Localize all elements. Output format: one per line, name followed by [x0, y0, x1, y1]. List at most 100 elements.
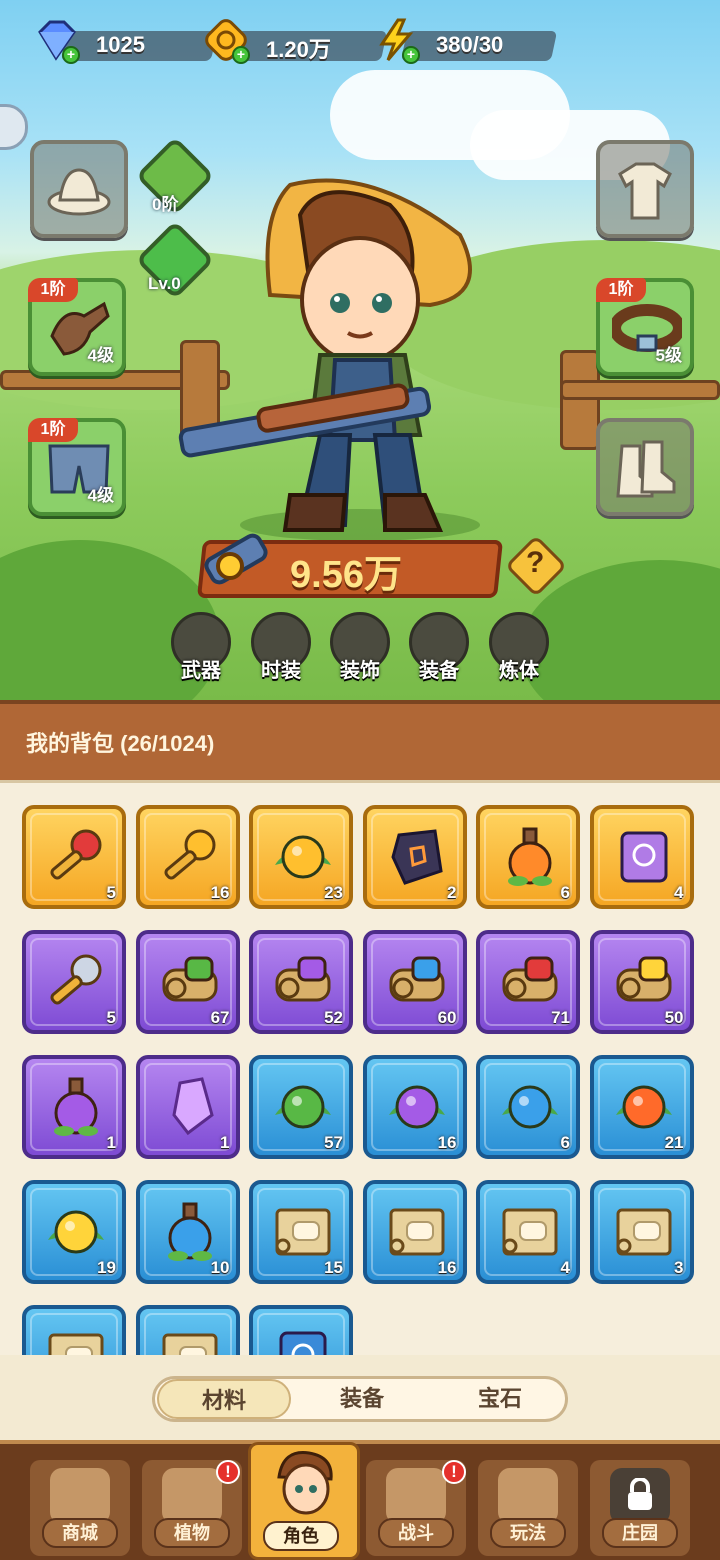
nav-label: 玩法	[490, 1518, 566, 1548]
item-count: 6	[560, 883, 570, 902]
bag-item-pants-blueprint[interactable]: 4	[476, 1180, 580, 1284]
stage-tier-label: 0阶	[152, 195, 179, 214]
category-refine-body[interactable]: 炼体	[488, 612, 550, 683]
nav-label: 商城	[42, 1518, 118, 1548]
diamond-resource[interactable]: + 1025	[34, 18, 218, 64]
blueprint-icon	[162, 1333, 217, 1355]
item-count: 21	[664, 1133, 684, 1152]
add-diamond-button[interactable]: +	[62, 46, 80, 64]
bag-item-yellow-scroll[interactable]: 50	[589, 930, 694, 1034]
nav-label: 战斗	[378, 1518, 454, 1548]
bag-item-golden-flower-bud[interactable]: 23	[249, 805, 353, 909]
category-equipment[interactable]: 装备	[408, 612, 470, 683]
bag-item-purple-potion[interactable]: 1	[22, 1055, 126, 1159]
bag-item-green-seed-orb[interactable]: 57	[249, 1055, 353, 1159]
hat-blueprint-icon	[275, 1208, 331, 1256]
category-decoration[interactable]: 装饰	[329, 612, 391, 683]
rune-stone-icon	[390, 829, 443, 885]
add-energy-button[interactable]: +	[402, 46, 420, 64]
bag-item-red-scroll[interactable]: 71	[476, 930, 580, 1034]
yellow-seed-orb-icon	[48, 1210, 104, 1254]
shirt-slot[interactable]	[596, 140, 694, 238]
category-fashion[interactable]: 时装	[250, 612, 312, 683]
item-count: 23	[324, 883, 343, 902]
item-count: 5	[106, 1008, 116, 1027]
bag-item-blue-scroll[interactable]: 60	[362, 930, 467, 1034]
bag-item-purple-scroll[interactable]: 52	[249, 930, 353, 1034]
bag-item-blueprint[interactable]	[22, 1305, 126, 1355]
category-label: 装备	[419, 660, 459, 682]
item-count: 19	[97, 1258, 116, 1277]
nav-manor[interactable]: 庄园	[590, 1460, 690, 1556]
category-weapon[interactable]: 武器	[170, 612, 232, 683]
bag-item-yellow-seed-orb[interactable]: 19	[22, 1180, 126, 1284]
farmer-character	[178, 178, 480, 541]
bag-grid[interactable]: 5 16 23 2 6 4 5 67 52 60 71 50 1 1 57 16 6 21 19 10 15 16 4 3	[0, 780, 720, 1355]
hat-slot[interactable]	[30, 140, 128, 238]
battle-alert-badge: !	[442, 1460, 466, 1484]
tab-materials[interactable]: 材料	[157, 1379, 291, 1419]
bag-item-blue-potion[interactable]: 10	[135, 1180, 240, 1284]
bag-item-shirt-blueprint[interactable]: 16	[362, 1180, 467, 1284]
tab-equipment[interactable]: 装备	[295, 1379, 429, 1419]
add-gold-button[interactable]: +	[232, 46, 250, 64]
diamond-count: 1025	[96, 32, 145, 57]
item-count: 15	[324, 1258, 343, 1277]
boots-icon	[616, 440, 676, 498]
battle-icon	[386, 1468, 446, 1524]
item-count: 6	[560, 1133, 570, 1152]
nav-gameplay[interactable]: 玩法	[478, 1460, 578, 1556]
orange-potion-icon	[508, 827, 552, 886]
item-count: 16	[437, 1133, 457, 1152]
gold-resource[interactable]: + 1.20万	[204, 18, 388, 64]
item-count: 1	[220, 1133, 230, 1152]
bag-item-fire-seed-orb[interactable]: 21	[589, 1055, 694, 1159]
bag-item-belt-blueprint[interactable]: 3	[589, 1180, 694, 1284]
lock-icon	[628, 1478, 652, 1510]
belt-slot[interactable]: 1阶 5级	[596, 278, 694, 376]
gold-count: 1.20万	[266, 37, 331, 62]
nav-character[interactable]: 角色	[248, 1442, 360, 1560]
item-count: 4	[560, 1258, 570, 1277]
item-count: 4	[674, 883, 684, 902]
nav-shop[interactable]: 商城	[30, 1460, 130, 1556]
bag-item-green-scroll[interactable]: 67	[135, 930, 240, 1034]
purple-potion-icon	[54, 1077, 98, 1136]
item-count: 16	[437, 1258, 457, 1277]
bag-item-crystal-shard[interactable]: 1	[135, 1055, 240, 1159]
fence	[560, 380, 720, 400]
character-icon	[277, 1451, 333, 1515]
bag-item-orange-potion[interactable]: 6	[476, 805, 580, 909]
energy-resource[interactable]: + 380/30	[374, 18, 558, 64]
nav-label: 庄园	[602, 1518, 678, 1548]
blue-scroll-icon	[389, 956, 444, 1002]
fire-seed-orb-icon	[615, 1085, 672, 1129]
bag-item-rune-stone[interactable]: 2	[362, 805, 467, 909]
bag-item-red-gem-key[interactable]: 5	[22, 805, 126, 909]
bag-item-silver-key[interactable]: 5	[22, 930, 126, 1034]
bag-item-purple-seed-orb[interactable]: 16	[362, 1055, 467, 1159]
tab-gems[interactable]: 宝石	[433, 1379, 567, 1419]
item-count: 67	[210, 1008, 230, 1027]
bag-item-purple-spellbook[interactable]: 4	[589, 805, 694, 909]
plants-alert-badge: !	[216, 1460, 240, 1484]
item-count: 10	[210, 1258, 230, 1277]
gold-key-icon	[163, 829, 215, 880]
bag-item-gold-key[interactable]: 16	[135, 805, 240, 909]
bag-item-blue-seed-orb[interactable]: 6	[476, 1055, 580, 1159]
gloves-slot[interactable]: 1阶 4级	[28, 278, 126, 376]
blue-book-icon	[279, 1331, 327, 1355]
item-count: 16	[210, 883, 230, 902]
purple-seed-orb-icon	[388, 1085, 445, 1129]
blue-potion-icon	[167, 1202, 212, 1261]
bag-item-blueprint[interactable]	[135, 1305, 240, 1355]
boots-slot[interactable]	[596, 418, 694, 516]
pants-slot[interactable]: 1阶 4级	[28, 418, 126, 516]
fence-post	[560, 350, 600, 450]
power-icon	[204, 533, 268, 585]
power-value: 9.56万	[290, 554, 402, 596]
bag-item-hat-blueprint[interactable]: 15	[249, 1180, 353, 1284]
red-gem-key-icon	[50, 829, 102, 880]
bag-item-blue-book[interactable]	[249, 1305, 353, 1355]
level-label: 4级	[87, 346, 114, 365]
